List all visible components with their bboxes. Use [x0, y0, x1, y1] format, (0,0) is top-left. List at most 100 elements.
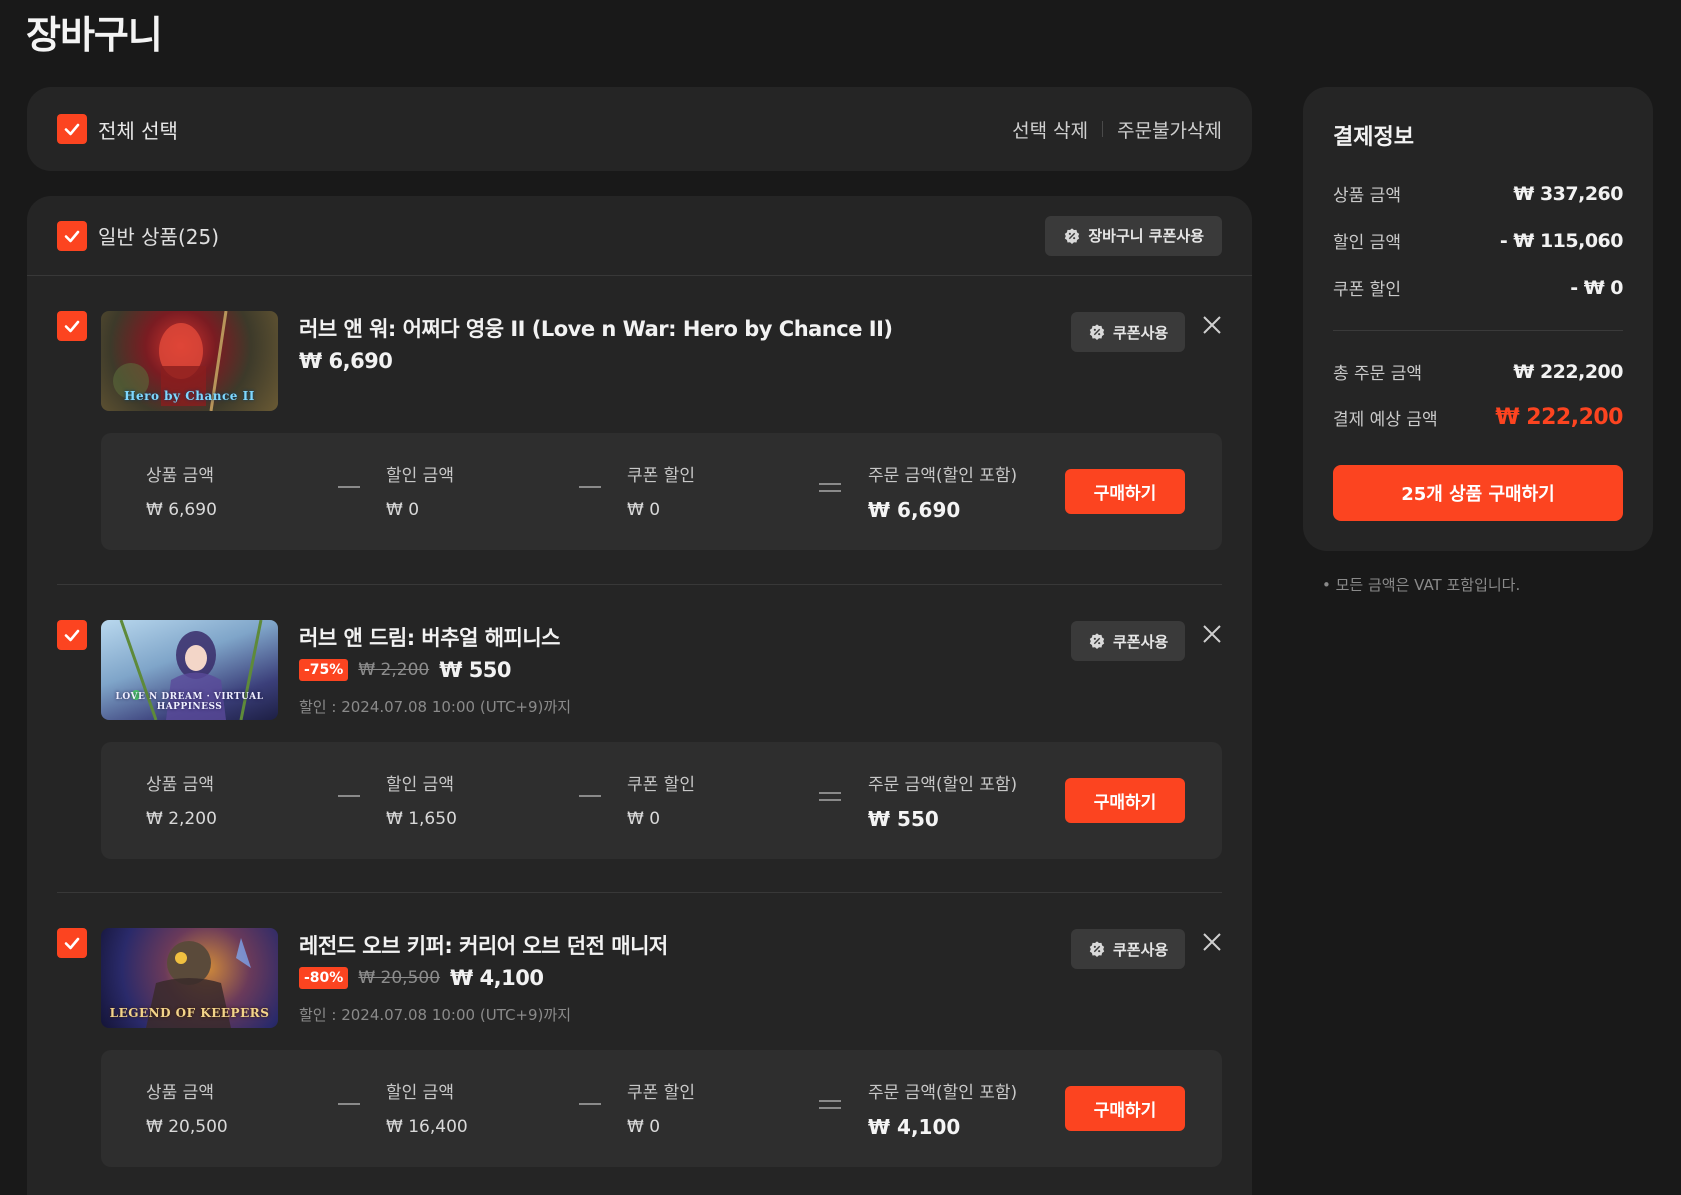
item-coupon-button[interactable]: 쿠폰사용 [1071, 929, 1186, 969]
sale-end-date: 할인 : 2024.07.08 10:00 (UTC+9)까지 [299, 1006, 571, 1024]
item-divider [57, 584, 1222, 585]
price-breakdown: 상품 금액 ₩ 6,690 할인 금액 ₩ 0 쿠폰 할인 ₩ 0 주문 금액(… [101, 433, 1222, 550]
summary-value: - ₩ 115,060 [1499, 229, 1624, 252]
summary-row-discount: 할인 금액 - ₩ 115,060 [1333, 228, 1624, 254]
item-coupon-label: 쿠폰사용 [1113, 940, 1169, 959]
coupon-discount-value: ₩ 0 [627, 809, 661, 829]
equals-icon [819, 786, 841, 806]
original-price: ₩ 2,200 [358, 660, 430, 680]
delete-unavailable-button[interactable]: 주문불가삭제 [1117, 116, 1222, 143]
cart-item: Hero by Chance II 러브 앤 워: 어쩌다 영웅 II (Lov… [57, 311, 1223, 550]
summary-row-expected: 결제 예상 금액 ₩ 222,200 [1333, 405, 1623, 430]
summary-label: 쿠폰 할인 [1333, 280, 1401, 300]
select-all-checkbox[interactable] [57, 114, 87, 144]
minus-icon [338, 1094, 360, 1114]
check-icon [64, 230, 80, 242]
check-icon [64, 320, 80, 333]
order-amount-label: 주문 금액(할인 포함) [868, 466, 1018, 486]
equals-icon [819, 477, 841, 497]
item-checkbox[interactable] [57, 620, 87, 650]
item-coupon-label: 쿠폰사용 [1113, 323, 1169, 342]
discount-badge: -80% [299, 967, 349, 989]
summary-label: 총 주문 금액 [1333, 364, 1423, 384]
group-header: 일반 상품(25) 장바구니 쿠폰사용 [27, 196, 1252, 276]
close-icon[interactable] [1201, 314, 1223, 336]
item-title[interactable]: 러브 앤 드림: 버추얼 해피니스 [299, 622, 560, 652]
vat-note: • 모든 금액은 VAT 포함입니다. [1322, 576, 1521, 594]
item-price: ₩ 4,100 [450, 966, 544, 990]
summary-label: 결제 예상 금액 [1333, 410, 1438, 430]
buy-all-button[interactable]: 25개 상품 구매하기 [1333, 465, 1623, 521]
item-price: ₩ 550 [439, 658, 512, 682]
check-icon [64, 629, 80, 642]
item-checkbox[interactable] [57, 311, 87, 341]
summary-row-total: 총 주문 금액 ₩ 222,200 [1333, 359, 1623, 385]
product-thumbnail[interactable]: LOVE N DREAM · VIRTUAL HAPPINESS [101, 620, 278, 720]
coupon-discount-label: 쿠폰 할인 [627, 466, 695, 486]
close-icon[interactable] [1201, 931, 1223, 953]
coupon-badge-icon [1089, 324, 1105, 341]
buy-button[interactable]: 구매하기 [1065, 469, 1185, 514]
divider [1102, 121, 1104, 137]
check-icon [64, 123, 80, 136]
cart-coupon-label: 장바구니 쿠폰사용 [1088, 227, 1204, 245]
payment-title: 결제정보 [1333, 125, 1414, 150]
product-amount-value: ₩ 2,200 [146, 809, 217, 829]
expected-payment-value: ₩ 222,200 [1495, 405, 1623, 430]
check-icon [64, 937, 80, 950]
summary-value: ₩ 337,260 [1513, 182, 1623, 205]
minus-icon [579, 1094, 601, 1114]
minus-icon [338, 477, 360, 497]
discount-amount-label: 할인 금액 [386, 775, 454, 795]
minus-icon [579, 786, 601, 806]
product-amount-label: 상품 금액 [146, 466, 214, 486]
summary-divider [1333, 330, 1623, 331]
item-divider [57, 892, 1222, 893]
minus-icon [579, 477, 601, 497]
coupon-discount-label: 쿠폰 할인 [627, 1083, 695, 1103]
item-price: ₩ 6,690 [299, 349, 393, 373]
item-title[interactable]: 레전드 오브 키퍼: 커리어 오브 던전 매니저 [299, 930, 668, 960]
item-title[interactable]: 러브 앤 워: 어쩌다 영웅 II (Love n War: Hero by C… [299, 313, 893, 343]
cart-item: LEGEND OF KEEPERS 레전드 오브 키퍼: 커리어 오브 던전 매… [57, 928, 1223, 1167]
discount-badge: -75% [299, 659, 349, 681]
payment-summary-panel: 결제정보 상품 금액 ₩ 337,260 할인 금액 - ₩ 115,060 쿠… [1303, 87, 1653, 551]
coupon-discount-value: ₩ 0 [627, 500, 661, 520]
order-amount-value: ₩ 4,100 [868, 1115, 961, 1139]
product-thumbnail[interactable]: Hero by Chance II [101, 311, 278, 411]
summary-value: ₩ 222,200 [1513, 360, 1623, 383]
product-amount-label: 상품 금액 [146, 1083, 214, 1103]
coupon-discount-value: ₩ 0 [627, 1117, 661, 1137]
item-coupon-button[interactable]: 쿠폰사용 [1071, 312, 1186, 352]
discount-amount-value: ₩ 1,650 [386, 809, 457, 829]
summary-label: 할인 금액 [1333, 233, 1401, 253]
equals-icon [819, 1094, 841, 1114]
discount-amount-value: ₩ 16,400 [386, 1117, 468, 1137]
delete-selected-button[interactable]: 선택 삭제 [1012, 116, 1088, 143]
coupon-discount-label: 쿠폰 할인 [627, 775, 695, 795]
summary-value: - ₩ 0 [1570, 276, 1623, 299]
thumbnail-caption: LOVE N DREAM · VIRTUAL HAPPINESS [115, 692, 264, 712]
thumbnail-caption: LEGEND OF KEEPERS [109, 1006, 270, 1020]
item-checkbox[interactable] [57, 928, 87, 958]
thumbnail-caption: Hero by Chance II [124, 389, 255, 403]
group-label: 일반 상품(25) [98, 225, 220, 249]
discount-amount-label: 할인 금액 [386, 1083, 454, 1103]
close-icon[interactable] [1201, 623, 1223, 645]
buy-button[interactable]: 구매하기 [1065, 778, 1185, 823]
product-amount-value: ₩ 6,690 [146, 500, 217, 520]
item-coupon-label: 쿠폰사용 [1113, 632, 1169, 651]
cart-coupon-button[interactable]: 장바구니 쿠폰사용 [1045, 215, 1222, 256]
discount-amount-label: 할인 금액 [386, 466, 454, 486]
item-coupon-button[interactable]: 쿠폰사용 [1071, 621, 1186, 661]
buy-button[interactable]: 구매하기 [1065, 1086, 1185, 1131]
group-checkbox[interactable] [57, 220, 87, 251]
order-amount-label: 주문 금액(할인 포함) [868, 1083, 1018, 1103]
select-all-label: 전체 선택 [98, 118, 178, 143]
sale-end-date: 할인 : 2024.07.08 10:00 (UTC+9)까지 [299, 698, 571, 716]
product-thumbnail[interactable]: LEGEND OF KEEPERS [101, 928, 278, 1028]
coupon-badge-icon [1065, 227, 1080, 244]
coupon-badge-icon [1089, 633, 1105, 650]
order-amount-value: ₩ 550 [868, 807, 939, 831]
price-breakdown: 상품 금액 ₩ 2,200 할인 금액 ₩ 1,650 쿠폰 할인 ₩ 0 주문… [101, 742, 1222, 859]
